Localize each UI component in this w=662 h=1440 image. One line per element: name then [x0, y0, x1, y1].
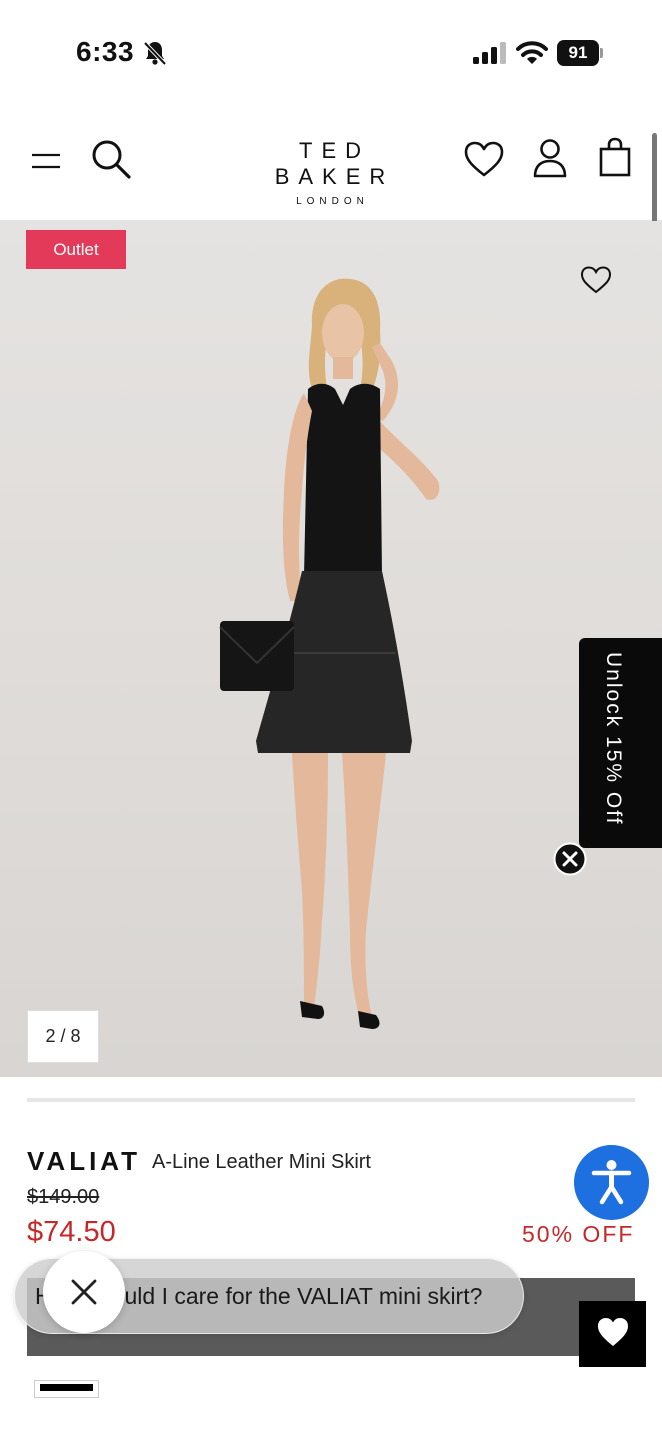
close-icon[interactable] — [553, 842, 587, 876]
close-icon — [71, 1279, 97, 1305]
logo-wordmark: TED BAKER — [274, 138, 395, 189]
product-model-image — [219, 278, 440, 1029]
product-brand: VALIAT — [27, 1146, 142, 1176]
signal-icon — [473, 42, 506, 64]
unlock-discount-label: Unlock 15% Off — [602, 652, 625, 826]
product-name: A-Line Leather Mini Skirt — [152, 1151, 371, 1173]
wishlist-floating-button[interactable] — [579, 1301, 646, 1367]
battery-icon: 91 — [557, 40, 603, 66]
unlock-discount-tab[interactable]: Unlock 15% Off — [579, 638, 662, 848]
color-swatch[interactable] — [34, 1380, 99, 1398]
logo-subtitle: LONDON — [296, 196, 369, 207]
product-image-gallery[interactable]: Outlet 2 / 8 Unlock 15% Off — [0, 221, 662, 1077]
swatch-color — [40, 1384, 93, 1391]
accessibility-icon — [591, 1160, 632, 1205]
accessibility-button[interactable] — [574, 1145, 649, 1220]
status-time: 6:33 — [76, 36, 135, 67]
brand-logo[interactable]: TED BAKER LONDON — [230, 138, 430, 207]
bag-icon[interactable] — [598, 136, 632, 178]
search-icon[interactable] — [90, 138, 132, 180]
battery-tip — [600, 48, 603, 58]
status-bar: 6:33 91 — [0, 0, 662, 100]
menu-icon[interactable] — [30, 152, 62, 170]
site-header: TED BAKER LONDON — [0, 100, 662, 221]
battery-level: 91 — [557, 40, 599, 66]
bell-slash-icon — [143, 41, 167, 66]
lower-content-strip — [0, 1384, 662, 1440]
account-icon[interactable] — [532, 138, 568, 178]
outlet-badge: Outlet — [26, 230, 126, 269]
assistant-close-button[interactable] — [43, 1251, 125, 1333]
gallery-progress-divider — [27, 1098, 635, 1102]
wishlist-icon[interactable] — [463, 140, 505, 178]
add-to-wishlist-icon[interactable] — [580, 265, 612, 295]
heart-icon — [598, 1318, 628, 1346]
wifi-icon — [516, 41, 548, 64]
image-counter: 2 / 8 — [27, 1010, 99, 1063]
original-price: $149.00 — [27, 1186, 100, 1208]
